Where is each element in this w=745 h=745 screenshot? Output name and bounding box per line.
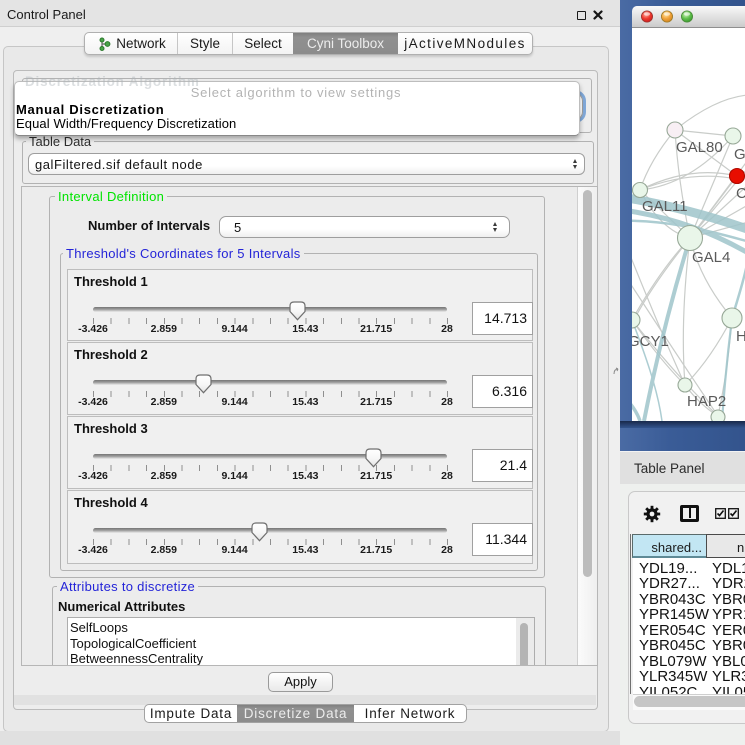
svg-text:HAP2: HAP2 (687, 393, 726, 410)
svg-text:CY: CY (736, 185, 745, 202)
svg-text:GAL80: GAL80 (676, 139, 723, 156)
svg-text:GAL11: GAL11 (642, 198, 688, 215)
svg-text:GCY1: GCY1 (632, 333, 669, 350)
svg-text:GAL4: GAL4 (692, 249, 730, 266)
svg-text:GA: GA (734, 146, 745, 163)
svg-text:HI: HI (736, 328, 745, 345)
